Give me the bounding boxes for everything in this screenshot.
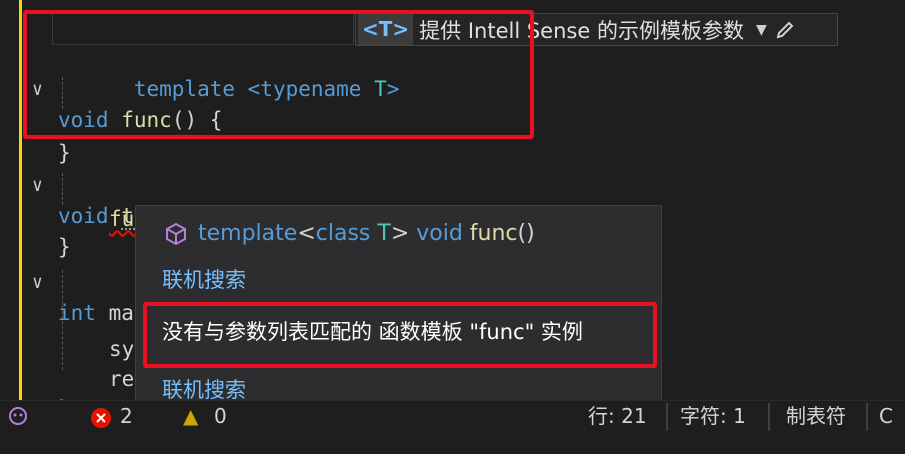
code-line-close-brace[interactable]: } <box>0 202 71 259</box>
keyword-int: int <box>58 301 96 325</box>
sig-parens: () <box>517 221 535 246</box>
encoding-indicator[interactable]: C <box>879 401 893 432</box>
sig-type-param: T <box>370 221 391 246</box>
sig-close: > <box>390 221 410 246</box>
code-line-func-call[interactable]: func() <box>0 174 185 231</box>
char-indicator[interactable]: 字符: 1 <box>680 401 746 432</box>
keyword-void: void <box>58 204 109 228</box>
copilot-icon[interactable] <box>6 404 30 428</box>
status-bar: 2 ▲ 0 行: 21 字符: 1 制表符 C <box>0 400 905 432</box>
sig-void: void <box>409 221 470 246</box>
code-text: } <box>58 235 71 259</box>
sig-class: class <box>315 221 371 246</box>
code-text: re <box>109 367 135 391</box>
code-line-ret[interactable]: re <box>0 334 134 391</box>
indent-guide <box>62 173 63 205</box>
error-icon[interactable] <box>90 401 112 432</box>
code-text: sy <box>109 337 135 361</box>
status-divider <box>666 403 668 431</box>
code-line-void-test02[interactable]: ∨ void test02() { <box>0 141 248 228</box>
code-line-sys[interactable]: sy <box>0 304 134 361</box>
highlight-box-error <box>143 302 657 368</box>
highlight-box-template-code <box>23 10 534 139</box>
code-line-int-main[interactable]: ∨ int ma <box>0 238 134 325</box>
code-text: } <box>58 141 71 165</box>
fold-chevron-icon[interactable]: ∨ <box>32 268 52 298</box>
indent-guide <box>62 270 63 370</box>
line-indicator[interactable]: 行: 21 <box>588 401 647 432</box>
status-divider <box>866 403 868 431</box>
tabs-indicator[interactable]: 制表符 <box>786 401 846 432</box>
function-name: ma <box>108 301 134 325</box>
sig-func: func <box>469 221 518 246</box>
code-line-close-brace[interactable]: } <box>0 364 71 421</box>
sig-template: template <box>198 221 298 246</box>
warning-count[interactable]: 0 <box>214 401 227 432</box>
online-search-link[interactable]: 联机搜索 <box>162 264 246 294</box>
cube-icon <box>166 222 186 245</box>
error-count[interactable]: 2 <box>120 401 133 432</box>
warning-icon[interactable]: ▲ <box>183 401 198 432</box>
pencil-icon[interactable] <box>775 20 795 40</box>
status-divider <box>768 403 770 431</box>
function-signature: template < class T > void func() <box>164 221 535 246</box>
chevron-down-icon[interactable]: ▼ <box>756 22 767 38</box>
sig-open: < <box>297 221 316 246</box>
